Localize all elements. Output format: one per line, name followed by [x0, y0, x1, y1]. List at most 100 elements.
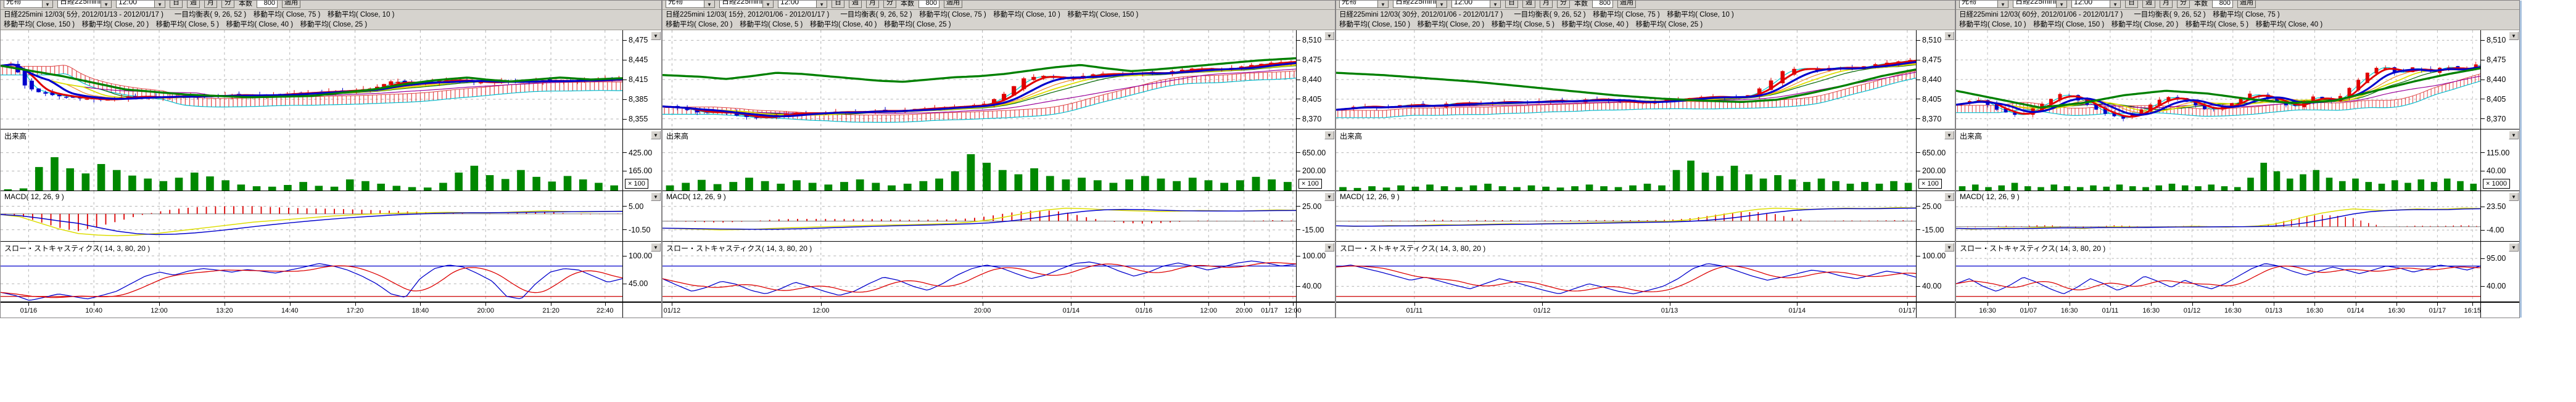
macd-plot-area[interactable]: MACD( 12, 26, 9 )	[1, 191, 622, 242]
macd-plot-area[interactable]: MACD( 12, 26, 9 )	[1336, 191, 1916, 242]
axis-scale-dropdown-button[interactable]: ▼	[651, 131, 661, 139]
axis-label: 200.00	[1297, 166, 1326, 175]
bar-minute-button[interactable]: 分	[1557, 1, 1570, 8]
indicator-list-line1: 一目均衡表( 9, 26, 52 ) 移動平均( Close, 75 ) 移動平…	[840, 10, 1138, 20]
apply-button[interactable]: 適用	[2237, 1, 2256, 8]
chevron-down-icon[interactable]: ▼	[101, 1, 111, 7]
time-axis-corner	[1296, 302, 1335, 318]
period-combo[interactable]: 12:00▼	[778, 1, 827, 8]
axis-scale-dropdown-button[interactable]: ▼	[1944, 192, 1954, 201]
axis-scale-dropdown-button[interactable]: ▼	[1944, 31, 1954, 40]
time-tick-mark	[2396, 303, 2397, 306]
axis-scale-dropdown-button[interactable]: ▼	[2509, 31, 2519, 40]
bar-week-button[interactable]: 週	[2142, 1, 2155, 8]
market-combo[interactable]: 先物▼	[4, 1, 53, 8]
axis-scale-dropdown-button[interactable]: ▼	[2509, 243, 2519, 252]
axis-label-text: 8,415	[629, 75, 648, 84]
symbol-combo[interactable]: 日経225mini▼	[719, 1, 774, 8]
bar-day-button[interactable]: 日	[170, 1, 183, 8]
stochastics-plot-area[interactable]: スロー・ストキャスティクス( 14, 3, 80, 20 )	[1336, 242, 1916, 302]
chevron-down-icon[interactable]: ▼	[1377, 1, 1388, 7]
market-combo[interactable]: 先物▼	[1959, 1, 2008, 8]
chevron-down-icon[interactable]: ▼	[1997, 1, 2008, 7]
axis-label: 25.00	[1917, 202, 1941, 211]
price-plot-area[interactable]	[663, 30, 1296, 129]
time-axis-corner	[1916, 302, 1955, 318]
bar-month-button[interactable]: 月	[866, 1, 879, 8]
bar-minute-button[interactable]: 分	[221, 1, 234, 8]
bar-week-button[interactable]: 週	[1522, 1, 1535, 8]
price-plot-area[interactable]	[1336, 30, 1916, 129]
apply-button[interactable]: 適用	[282, 1, 300, 8]
axis-scale-dropdown-button[interactable]: ▼	[2509, 131, 2519, 139]
bar-month-button[interactable]: 月	[2160, 1, 2173, 8]
axis-tick-mark	[1297, 118, 1300, 119]
stochastics-plot-area[interactable]: スロー・ストキャスティクス( 14, 3, 80, 20 )	[1, 242, 622, 302]
chevron-down-icon[interactable]: ▼	[2110, 1, 2120, 7]
axis-scale-dropdown-button[interactable]: ▼	[1944, 243, 1954, 252]
axis-scale-dropdown-button[interactable]: ▼	[1324, 243, 1334, 252]
period-combo[interactable]: 12:00▼	[2071, 1, 2121, 8]
honsu-input[interactable]: 800	[2212, 1, 2233, 8]
chart-header: 日経225mini 12/03( 30分, 2012/01/06 - 2012/…	[1336, 10, 1955, 30]
screen: 先物▼ 日経225mini▼ 12:00▼ 日 週 月 分 本数 800 適用 …	[0, 0, 2576, 402]
bar-day-button[interactable]: 日	[2125, 1, 2138, 8]
bar-day-button[interactable]: 日	[832, 1, 844, 8]
bar-month-button[interactable]: 月	[204, 1, 217, 8]
chart-title: 日経225mini 12/03( 15分, 2012/01/06 - 2012/…	[666, 10, 829, 20]
bar-week-button[interactable]: 週	[849, 1, 862, 8]
bar-day-button[interactable]: 日	[1505, 1, 1518, 8]
time-tick-mark	[485, 303, 486, 306]
axis-tick-mark	[1917, 118, 1920, 119]
chevron-down-icon[interactable]: ▼	[1490, 1, 1500, 7]
macd-plot-area[interactable]: MACD( 12, 26, 9 )	[663, 191, 1296, 242]
axis-scale-dropdown-button[interactable]: ▼	[1324, 192, 1334, 201]
bar-week-button[interactable]: 週	[187, 1, 200, 8]
axis-label-text: 8,370	[2487, 115, 2506, 123]
time-tick-mark	[2192, 303, 2193, 306]
market-combo[interactable]: 先物▼	[1339, 1, 1389, 8]
chevron-down-icon[interactable]: ▼	[762, 1, 773, 7]
period-combo[interactable]: 12:00▼	[1451, 1, 1501, 8]
apply-button[interactable]: 適用	[1617, 1, 1636, 8]
axis-scale-dropdown-button[interactable]: ▼	[651, 192, 661, 201]
volume-plot-area[interactable]: 出来高	[1956, 129, 2480, 191]
axis-scale-dropdown-button[interactable]: ▼	[651, 31, 661, 40]
volume-plot-area[interactable]: 出来高	[1, 129, 622, 191]
bar-minute-button[interactable]: 分	[883, 1, 896, 8]
axis-label-text: 40.00	[1302, 282, 1321, 290]
bar-minute-button[interactable]: 分	[2177, 1, 2190, 8]
volume-axis: 115.0040.00▼× 1000	[2480, 129, 2519, 191]
stochastics-plot-area[interactable]: スロー・ストキャスティクス( 14, 3, 80, 20 )	[663, 242, 1296, 302]
axis-scale-dropdown-button[interactable]: ▼	[1324, 131, 1334, 139]
axis-scale-dropdown-button[interactable]: ▼	[1944, 131, 1954, 139]
axis-scale-dropdown-button[interactable]: ▼	[651, 243, 661, 252]
chevron-down-icon[interactable]: ▼	[42, 1, 52, 7]
honsu-input[interactable]: 800	[257, 1, 278, 8]
symbol-combo[interactable]: 日経225mini▼	[1393, 1, 1447, 8]
honsu-input[interactable]: 800	[919, 1, 939, 8]
honsu-input[interactable]: 800	[1592, 1, 1613, 8]
macd-plot-area[interactable]: MACD( 12, 26, 9 )	[1956, 191, 2480, 242]
indicator-list-line2: 移動平均( Close, 150 ) 移動平均( Close, 20 ) 移動平…	[1339, 20, 1703, 30]
period-combo[interactable]: 12:00▼	[116, 1, 165, 8]
time-axis: 01/1212:0020:0001/1401/1612:0020:0001/17…	[663, 302, 1296, 318]
chevron-down-icon[interactable]: ▼	[154, 1, 165, 7]
bar-month-button[interactable]: 月	[1540, 1, 1553, 8]
chevron-down-icon[interactable]: ▼	[704, 1, 714, 7]
price-plot-area[interactable]	[1956, 30, 2480, 129]
price-plot-area[interactable]	[1, 30, 622, 129]
chevron-down-icon[interactable]: ▼	[1436, 1, 1447, 7]
symbol-combo[interactable]: 日経225mini▼	[2013, 1, 2067, 8]
chevron-down-icon[interactable]: ▼	[2056, 1, 2066, 7]
axis-label: 8,440	[2481, 75, 2506, 84]
chevron-down-icon[interactable]: ▼	[816, 1, 827, 7]
market-combo[interactable]: 先物▼	[666, 1, 715, 8]
axis-scale-dropdown-button[interactable]: ▼	[1324, 31, 1334, 40]
volume-plot-area[interactable]: 出来高	[1336, 129, 1916, 191]
volume-plot-area[interactable]: 出来高	[663, 129, 1296, 191]
symbol-combo[interactable]: 日経225mini▼	[57, 1, 112, 8]
axis-scale-dropdown-button[interactable]: ▼	[2509, 192, 2519, 201]
stochastics-plot-area[interactable]: スロー・ストキャスティクス( 14, 3, 80, 20 )	[1956, 242, 2480, 302]
apply-button[interactable]: 適用	[944, 1, 962, 8]
